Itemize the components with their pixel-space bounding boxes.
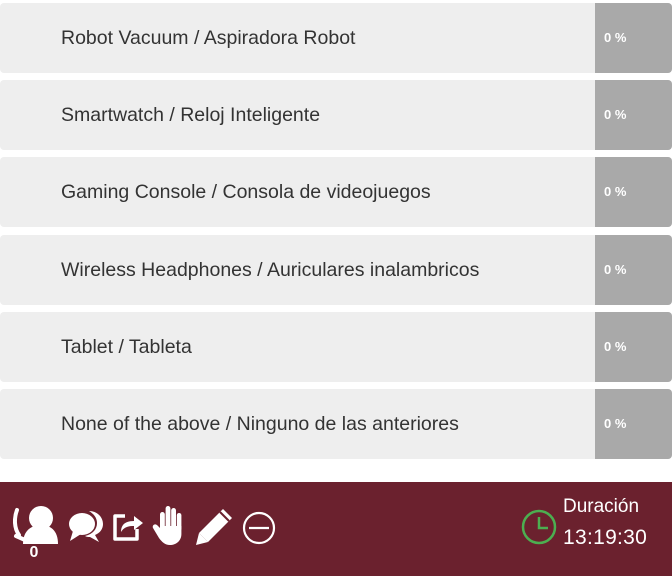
option-percent: 0 % <box>595 312 672 382</box>
poll-option-tablet[interactable]: Tablet / Tableta 0 % <box>0 312 672 382</box>
option-percent: 0 % <box>595 157 672 227</box>
option-percent: 0 % <box>595 3 672 73</box>
option-label: Smartwatch / Reloj Inteligente <box>61 104 321 126</box>
option-label: Wireless Headphones / Auriculares inalam… <box>61 259 480 281</box>
raise-hand-icon[interactable] <box>152 504 188 546</box>
option-label: Tablet / Tableta <box>61 336 192 358</box>
chat-icon[interactable] <box>68 510 104 544</box>
clock-icon <box>521 509 557 545</box>
option-percent: 0 % <box>595 389 672 459</box>
participants-count: 0 <box>29 544 39 561</box>
bottom-toolbar: 0 Duración 13:19:30 <box>0 482 672 576</box>
poll-option-smartwatch[interactable]: Smartwatch / Reloj Inteligente 0 % <box>0 80 672 150</box>
pencil-icon[interactable] <box>195 506 235 546</box>
minus-circle-icon[interactable] <box>241 510 277 546</box>
poll-option-wireless-headphones[interactable]: Wireless Headphones / Auriculares inalam… <box>0 235 672 305</box>
option-percent: 0 % <box>595 235 672 305</box>
duration-label: Duración <box>563 496 640 517</box>
option-percent: 0 % <box>595 80 672 150</box>
duration-time: 13:19:30 <box>563 526 648 549</box>
option-label: Gaming Console / Consola de videojuegos <box>61 181 431 203</box>
poll-option-robot-vacuum[interactable]: Robot Vacuum / Aspiradora Robot 0 % <box>0 3 672 73</box>
share-icon[interactable] <box>111 510 145 542</box>
poll-option-none[interactable]: None of the above / Ninguno de las anter… <box>0 389 672 459</box>
participants-icon[interactable] <box>13 504 59 544</box>
option-label: Robot Vacuum / Aspiradora Robot <box>61 27 356 49</box>
option-label: None of the above / Ninguno de las anter… <box>61 413 459 435</box>
poll-option-gaming-console[interactable]: Gaming Console / Consola de videojuegos … <box>0 157 672 227</box>
